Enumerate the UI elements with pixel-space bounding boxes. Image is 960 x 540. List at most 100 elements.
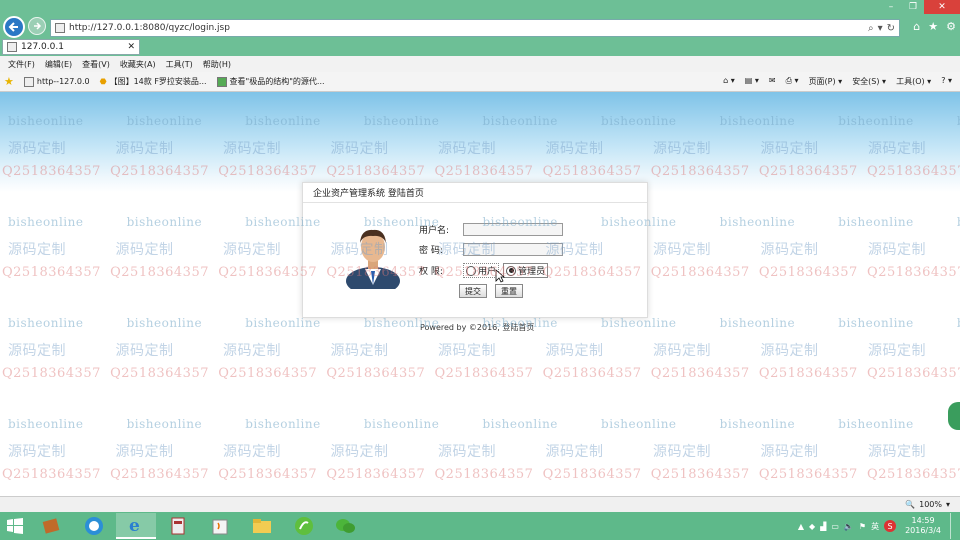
menu-help[interactable]: 帮助(H) [203, 59, 231, 70]
favorites-star-icon[interactable]: ★ [4, 75, 14, 88]
password-row: 密 码: [419, 243, 563, 256]
reset-button[interactable]: 重置 [495, 284, 523, 298]
clock[interactable]: 14:59 2016/3/4 [901, 516, 945, 536]
internet-explorer-icon: e [129, 516, 140, 535]
taskbar-app-ie[interactable]: e [116, 513, 156, 539]
start-button[interactable] [0, 512, 30, 540]
menu-view[interactable]: 查看(V) [82, 59, 110, 70]
tab-page-icon [7, 42, 17, 52]
feeds-icon[interactable]: ▤ ▾ [745, 76, 759, 87]
windows-logo-icon [7, 518, 23, 534]
network-icon[interactable]: ▟ [820, 522, 826, 531]
favorite-feed-icon: ⬣ [99, 77, 107, 86]
taskbar: e ▲ ◆ ▟ ▭ 🔈 ⚑ 英 S 14:59 2016/3/4 [0, 512, 960, 540]
username-label: 用户名: [419, 226, 450, 236]
favorite-page-icon [23, 76, 34, 87]
favorite-label: http--127.0.0 [36, 77, 90, 86]
username-row: 用户名: [419, 223, 563, 236]
tray-expand-icon[interactable]: ▲ [798, 522, 804, 531]
help-icon[interactable]: ? ▾ [941, 76, 952, 87]
tray-app-icon[interactable]: ◆ [809, 522, 815, 531]
role-option-admin[interactable]: 管理员 [503, 263, 549, 278]
powered-footer: Powered by ©2016, 登陆首页 [420, 323, 535, 332]
role-row: 权 限: 用户 管理员 [419, 263, 549, 278]
side-floating-badge[interactable] [948, 402, 960, 430]
zoom-icon: 🔍 [905, 500, 916, 509]
green-app-icon [295, 517, 313, 535]
taskbar-app-browser-circle[interactable] [74, 513, 114, 539]
mail-icon[interactable]: ✉ [769, 76, 776, 87]
role-option-user[interactable]: 用户 [463, 263, 500, 278]
taskbar-app-java[interactable] [200, 513, 240, 539]
favorites-star-icon[interactable]: ★ [928, 20, 938, 33]
role-admin-label: 管理员 [518, 267, 546, 277]
favorite-label: 【图】14款 F罗拉安装品... [109, 77, 207, 86]
search-icon[interactable]: ⌕ [868, 23, 874, 34]
ime-icon[interactable]: 英 [871, 521, 879, 532]
menu-page[interactable]: 页面(P) ▾ [809, 76, 843, 87]
tray-flag-icon[interactable]: ⚑ [859, 522, 866, 531]
role-label: 权 限: [419, 267, 443, 277]
dropdown-icon[interactable]: ▾ [878, 23, 883, 34]
role-user-radio[interactable] [466, 265, 476, 276]
forward-button[interactable] [28, 17, 46, 35]
menu-edit[interactable]: 编辑(E) [45, 59, 72, 70]
home-icon[interactable]: ⌂ ▾ [723, 76, 735, 87]
taskbar-app-books[interactable] [32, 513, 72, 539]
menu-favorites[interactable]: 收藏夹(A) [120, 59, 156, 70]
tab-close-icon[interactable]: ✕ [127, 42, 135, 52]
favorite-item[interactable]: http--127.0.0 [23, 76, 90, 87]
taskbar-app-explorer[interactable] [242, 513, 282, 539]
mouse-cursor-icon [495, 269, 505, 283]
restore-button[interactable]: ❐ [902, 0, 924, 14]
command-bar: ⌂ ▾ ▤ ▾ ✉ ⎙ ▾ 页面(P) ▾ 安全(S) ▾ 工具(O) ▾ ? … [723, 76, 960, 87]
refresh-icon[interactable]: ↻ [887, 23, 895, 34]
username-input[interactable] [463, 223, 563, 236]
close-button[interactable]: ✕ [924, 0, 960, 14]
arrow-right-icon [34, 22, 42, 30]
favorite-item[interactable]: ⬣ 【图】14款 F罗拉安装品... [100, 76, 207, 87]
minimize-button[interactable]: – [880, 0, 902, 14]
svg-text:e: e [129, 516, 140, 535]
menu-tools[interactable]: 工具(T) [166, 59, 193, 70]
clock-date: 2016/3/4 [905, 526, 941, 535]
taskbar-app-green[interactable] [284, 513, 324, 539]
status-bar: 🔍 100% ▾ [0, 496, 960, 512]
arrow-left-icon [8, 22, 18, 32]
folder-icon [253, 519, 271, 533]
tab-title: 127.0.0.1 [21, 42, 64, 52]
favorites-bar: ★ http--127.0.0 ⬣ 【图】14款 F罗拉安装品... 查看"极品… [0, 72, 960, 92]
java-icon [212, 519, 228, 535]
home-icon[interactable]: ⌂ [913, 20, 920, 33]
browser-right-icons: ⌂ ★ ⚙ [913, 20, 956, 33]
chat-icon [336, 519, 355, 533]
back-button[interactable] [3, 16, 25, 38]
address-url: http://127.0.0.1:8080/qyzc/login.jsp [69, 23, 230, 33]
books-icon [42, 518, 60, 534]
menu-file[interactable]: 文件(F) [8, 59, 35, 70]
taskbar-app-chat[interactable] [326, 513, 366, 539]
security-app-icon[interactable]: S [884, 520, 897, 532]
show-desktop-button[interactable] [950, 513, 954, 539]
role-user-label: 用户 [478, 267, 497, 277]
taskbar-app-doc[interactable] [158, 513, 198, 539]
role-admin-radio[interactable] [506, 265, 517, 276]
favorite-item[interactable]: 查看"极品的结构"的源代... [216, 76, 325, 87]
browser-tab[interactable]: 127.0.0.1 ✕ [2, 39, 140, 55]
favorite-page-icon [216, 76, 227, 87]
page-icon [55, 23, 65, 33]
menu-safety[interactable]: 安全(S) ▾ [852, 76, 886, 87]
volume-icon[interactable]: 🔈 [844, 522, 854, 531]
browser-titlebar: http://127.0.0.1:8080/qyzc/login.jsp ⌕ ▾… [0, 0, 960, 40]
settings-gear-icon[interactable]: ⚙ [946, 20, 956, 33]
menu-tools-cmd[interactable]: 工具(O) ▾ [896, 76, 931, 87]
zoom-level[interactable]: 100% [919, 500, 942, 509]
favorite-label: 查看"极品的结构"的源代... [229, 77, 325, 86]
address-bar[interactable]: http://127.0.0.1:8080/qyzc/login.jsp ⌕ ▾… [50, 19, 900, 37]
submit-button[interactable]: 提交 [459, 284, 487, 298]
clock-time: 14:59 [911, 516, 935, 525]
print-icon[interactable]: ⎙ ▾ [786, 76, 799, 87]
password-input[interactable] [463, 243, 563, 256]
zoom-dropdown-icon[interactable]: ▾ [946, 500, 950, 509]
device-icon[interactable]: ▭ [831, 522, 839, 531]
